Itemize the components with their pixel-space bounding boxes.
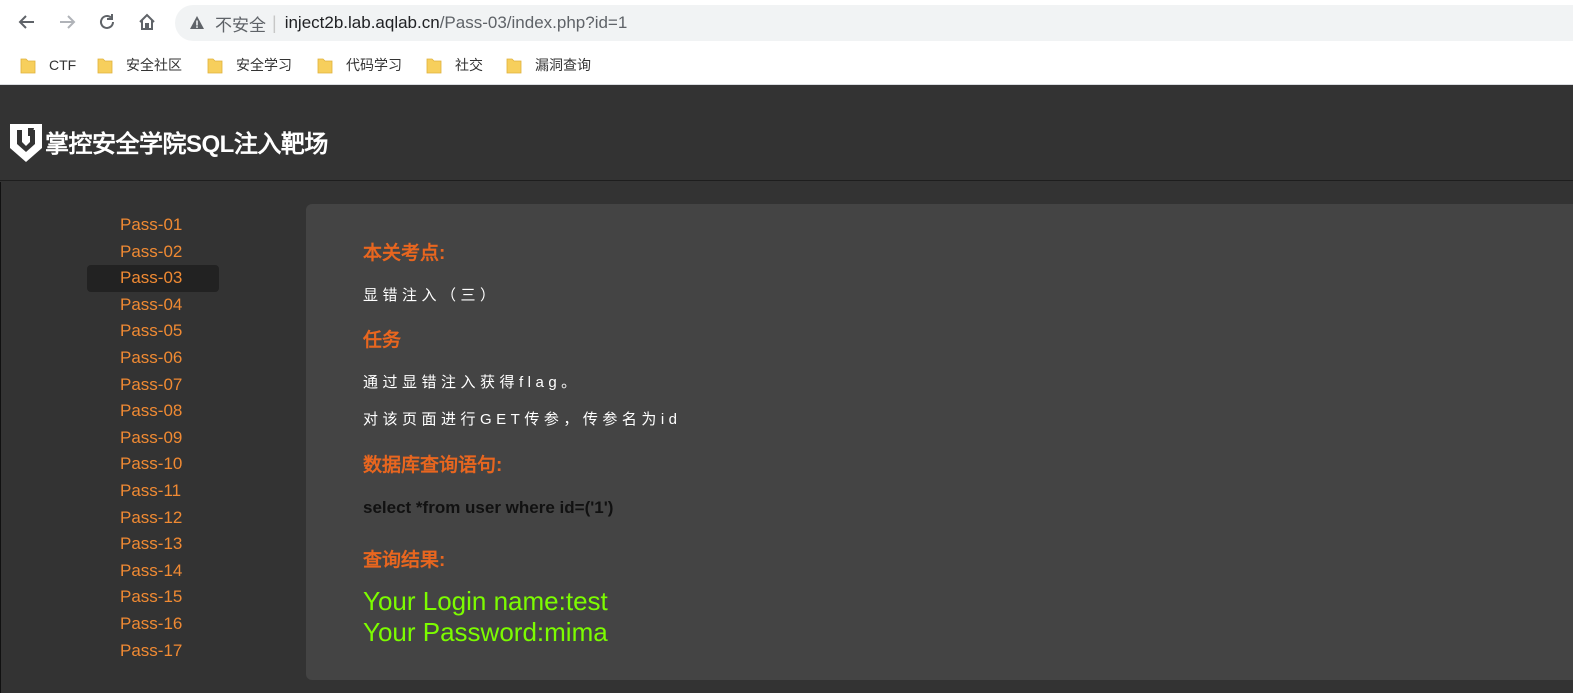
bookmark-label: 社交 — [455, 57, 483, 73]
bookmark-security-community[interactable]: 安全社区 — [97, 55, 182, 75]
content-panel: 本关考点: 显错注入（三） 任务 通过显错注入获得flag。 对该页面进行GET… — [306, 204, 1573, 680]
url-path[interactable]: /Pass-03/index.php?id=1 — [440, 13, 628, 33]
shield-logo-icon — [10, 124, 42, 162]
sidebar-item-pass-01[interactable]: Pass-01 — [87, 212, 219, 239]
folder-icon — [317, 58, 333, 74]
bookmark-security-learning[interactable]: 安全学习 — [207, 55, 292, 75]
sidebar-item-pass-02[interactable]: Pass-02 — [87, 239, 219, 266]
task-line-2: 对该页面进行GET传参，传参名为id — [363, 411, 682, 428]
sidebar-item-pass-17[interactable]: Pass-17 — [87, 638, 219, 665]
focus-heading: 本关考点: — [363, 243, 446, 264]
bookmarks-bar: CTF 安全社区 安全学习 代码学习 社交 漏洞查询 — [0, 45, 1573, 85]
reload-icon[interactable] — [92, 7, 122, 37]
sidebar-item-pass-03[interactable]: Pass-03 — [87, 265, 219, 292]
bookmark-label: 漏洞查询 — [535, 57, 591, 73]
forward-arrow-icon[interactable] — [52, 7, 82, 37]
sidebar-item-pass-08[interactable]: Pass-08 — [87, 398, 219, 425]
sidebar-item-pass-11[interactable]: Pass-11 — [87, 478, 219, 505]
level-sidebar: Pass-01 Pass-02 Pass-03 Pass-04 Pass-05 … — [87, 212, 219, 664]
sidebar-item-pass-05[interactable]: Pass-05 — [87, 318, 219, 345]
page-body: Pass-01 Pass-02 Pass-03 Pass-04 Pass-05 … — [0, 182, 1573, 693]
sql-query-text: select *from user where id=('1') — [363, 498, 614, 517]
focus-text: 显错注入（三） — [363, 287, 500, 304]
sidebar-item-pass-06[interactable]: Pass-06 — [87, 345, 219, 372]
home-icon[interactable] — [132, 7, 162, 37]
task-line-1: 通过显错注入获得flag。 — [363, 374, 581, 391]
result-login-name: Your Login name:test — [363, 586, 608, 616]
bookmark-label: 代码学习 — [346, 57, 402, 73]
bookmark-label: 安全社区 — [126, 57, 182, 73]
address-bar[interactable]: 不安全 | inject2b.lab.aqlab.cn/Pass-03/inde… — [175, 5, 1573, 41]
folder-icon — [97, 58, 113, 74]
sidebar-item-pass-10[interactable]: Pass-10 — [87, 451, 219, 478]
sidebar-item-pass-12[interactable]: Pass-12 — [87, 505, 219, 532]
site-header: 掌控安全学院SQL注入靶场 — [0, 86, 1573, 181]
bookmark-code-learning[interactable]: 代码学习 — [317, 55, 402, 75]
sidebar-item-pass-16[interactable]: Pass-16 — [87, 611, 219, 638]
insecure-label[interactable]: 不安全 — [215, 11, 266, 36]
url-host[interactable]: inject2b.lab.aqlab.cn — [285, 13, 440, 33]
bookmark-label: 安全学习 — [236, 57, 292, 73]
folder-icon — [506, 58, 522, 74]
sidebar-item-pass-15[interactable]: Pass-15 — [87, 584, 219, 611]
bookmark-social[interactable]: 社交 — [426, 55, 483, 75]
sidebar-item-pass-13[interactable]: Pass-13 — [87, 531, 219, 558]
bookmark-vuln-lookup[interactable]: 漏洞查询 — [506, 55, 591, 75]
back-arrow-icon[interactable] — [12, 7, 42, 37]
bookmark-ctf[interactable]: CTF — [20, 55, 76, 75]
result-password: Your Password:mima — [363, 617, 608, 647]
sidebar-item-pass-04[interactable]: Pass-04 — [87, 292, 219, 319]
query-heading: 数据库查询语句: — [363, 455, 503, 476]
sidebar-item-pass-14[interactable]: Pass-14 — [87, 558, 219, 585]
folder-icon — [426, 58, 442, 74]
sidebar-item-pass-07[interactable]: Pass-07 — [87, 372, 219, 399]
task-heading: 任务 — [363, 330, 402, 351]
folder-icon — [20, 58, 36, 74]
warning-icon[interactable] — [189, 15, 205, 31]
bookmark-label: CTF — [49, 57, 77, 73]
site-title: 掌控安全学院SQL注入靶场 — [45, 131, 328, 158]
sidebar-item-pass-09[interactable]: Pass-09 — [87, 425, 219, 452]
browser-toolbar: 不安全 | inject2b.lab.aqlab.cn/Pass-03/inde… — [0, 0, 1573, 45]
folder-icon — [207, 58, 223, 74]
url-separator: | — [272, 12, 277, 33]
result-heading: 查询结果: — [363, 550, 446, 571]
